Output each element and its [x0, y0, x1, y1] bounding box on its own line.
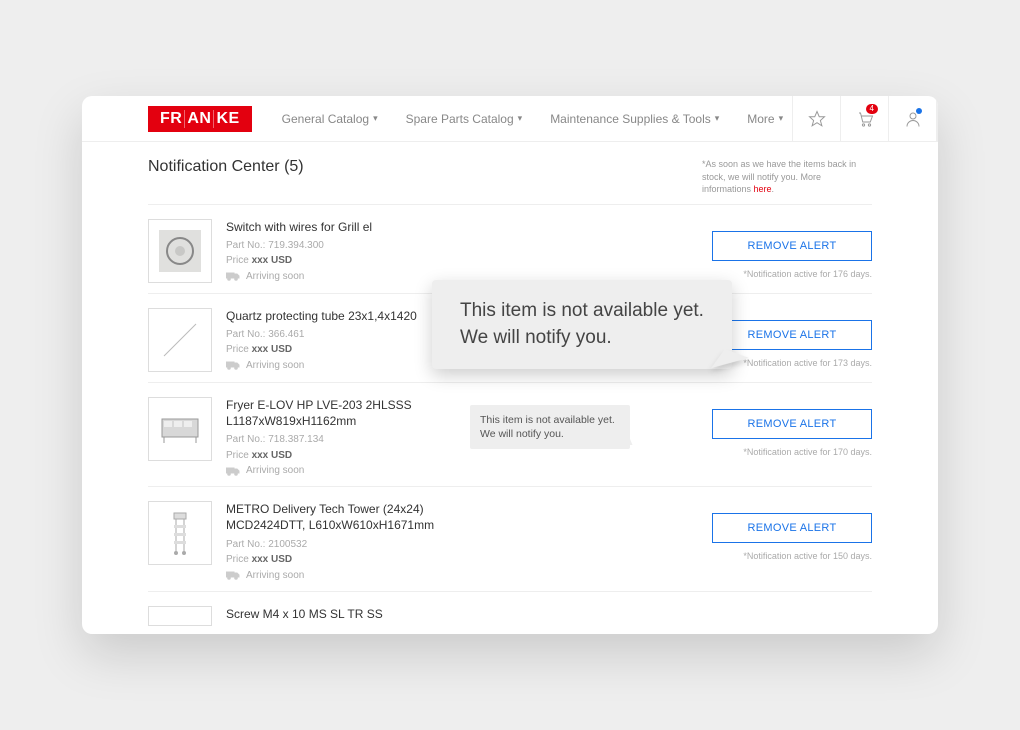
brand-logo[interactable]: FRANKE: [148, 106, 252, 132]
status-text: *Notification active for 173 days.: [743, 358, 872, 368]
product-title: METRO Delivery Tech Tower (24x24) MCD242…: [226, 501, 456, 533]
chevron-down-icon: ▾: [779, 113, 784, 124]
action-col: REMOVE ALERT *Notification active for 15…: [644, 501, 872, 561]
product-partno: Part No.: 718.387.134: [226, 432, 456, 448]
cart-button[interactable]: 4: [840, 96, 888, 141]
shipping-label: Arriving soon: [246, 465, 304, 476]
remove-alert-button[interactable]: REMOVE ALERT: [712, 513, 872, 543]
product-price: Price xxx USD: [226, 253, 456, 269]
shipping-label: Arriving soon: [246, 271, 304, 282]
header-icons: 4: [792, 96, 938, 141]
chevron-down-icon: ▾: [715, 113, 720, 124]
app-window: FRANKE General Catalog ▾ Spare Parts Cat…: [82, 96, 938, 634]
nav-general-catalog[interactable]: General Catalog ▾: [282, 112, 378, 126]
nav-label: Spare Parts Catalog: [406, 112, 514, 126]
product-title: Switch with wires for Grill el: [226, 219, 456, 235]
product-thumb: [148, 397, 212, 461]
notification-dot: [916, 108, 922, 114]
product-title: Fryer E-LOV HP LVE-203 2HLSSS L1187xW819…: [226, 397, 456, 429]
nav-spare-parts[interactable]: Spare Parts Catalog ▾: [406, 112, 523, 126]
remove-alert-button[interactable]: REMOVE ALERT: [712, 409, 872, 439]
shipping-status: Arriving soon: [226, 271, 456, 282]
account-button[interactable]: [888, 96, 936, 141]
notification-item: Screw M4 x 10 MS SL TR SS: [148, 592, 872, 634]
product-partno: Part No.: 2100532: [226, 537, 456, 553]
bubble-col: This item is not available yet. We will …: [470, 397, 630, 449]
product-info: Quartz protecting tube 23x1,4x1420 Part …: [226, 308, 456, 371]
product-thumb: [148, 606, 212, 626]
status-text: *Notification active for 176 days.: [743, 269, 872, 279]
bubble-col: [470, 501, 630, 509]
nav-maintenance[interactable]: Maintenance Supplies & Tools ▾: [550, 112, 719, 126]
product-partno: Part No.: 719.394.300: [226, 238, 456, 254]
notification-item: Fryer E-LOV HP LVE-203 2HLSSS L1187xW819…: [148, 383, 872, 487]
product-price: Price xxx USD: [226, 552, 456, 568]
main-nav: General Catalog ▾ Spare Parts Catalog ▾ …: [282, 112, 786, 126]
cart-badge: 4: [866, 104, 878, 114]
truck-icon: [226, 466, 240, 476]
truck-icon: [226, 360, 240, 370]
product-info: Screw M4 x 10 MS SL TR SS: [226, 606, 456, 625]
chevron-down-icon: ▾: [373, 113, 378, 124]
product-price: Price xxx USD: [226, 342, 456, 358]
info-text: *As soon as we have the items back in st…: [702, 158, 872, 196]
product-info: METRO Delivery Tech Tower (24x24) MCD242…: [226, 501, 456, 580]
product-info: Switch with wires for Grill el Part No.:…: [226, 219, 456, 282]
nav-label: Maintenance Supplies & Tools: [550, 112, 711, 126]
status-text: *Notification active for 150 days.: [743, 551, 872, 561]
shipping-status: Arriving soon: [226, 465, 456, 476]
chevron-down-icon: ▾: [518, 113, 523, 124]
action-col: REMOVE ALERT *Notification active for 17…: [644, 397, 872, 457]
shipping-label: Arriving soon: [246, 570, 304, 581]
product-thumb: [148, 219, 212, 283]
content: Notification Center (5) *As soon as we h…: [82, 142, 938, 634]
page-header: Notification Center (5) *As soon as we h…: [148, 158, 872, 196]
nav-label: More: [747, 112, 774, 126]
product-price: Price xxx USD: [226, 448, 456, 464]
favorites-button[interactable]: [792, 96, 840, 141]
product-title: Quartz protecting tube 23x1,4x1420: [226, 308, 456, 324]
info-prefix: *As soon as we have the items back in st…: [702, 159, 856, 194]
topbar: FRANKE General Catalog ▾ Spare Parts Cat…: [82, 96, 938, 142]
product-info: Fryer E-LOV HP LVE-203 2HLSSS L1187xW819…: [226, 397, 456, 476]
page-title: Notification Center (5): [148, 158, 304, 176]
remove-alert-button[interactable]: REMOVE ALERT: [712, 320, 872, 350]
product-thumb: [148, 501, 212, 565]
bubble-col: [470, 219, 630, 227]
star-icon: [808, 110, 826, 128]
items-list: Switch with wires for Grill el Part No.:…: [148, 205, 872, 634]
truck-icon: [226, 570, 240, 580]
truck-icon: [226, 271, 240, 281]
action-col: REMOVE ALERT *Notification active for 17…: [644, 219, 872, 279]
product-partno: Part No.: 366.461: [226, 327, 456, 343]
remove-alert-button[interactable]: REMOVE ALERT: [712, 231, 872, 261]
shipping-label: Arriving soon: [246, 360, 304, 371]
product-title: Screw M4 x 10 MS SL TR SS: [226, 606, 456, 622]
nav-more[interactable]: More ▾: [747, 112, 783, 126]
product-thumb: [148, 308, 212, 372]
shipping-status: Arriving soon: [226, 360, 456, 371]
nav-label: General Catalog: [282, 112, 369, 126]
status-text: *Notification active for 170 days.: [743, 447, 872, 457]
availability-bubble: This item is not available yet. We will …: [470, 405, 630, 449]
tooltip-overlay: This item is not available yet. We will …: [432, 280, 732, 369]
info-link[interactable]: here: [754, 184, 772, 194]
shipping-status: Arriving soon: [226, 570, 456, 581]
notification-item: METRO Delivery Tech Tower (24x24) MCD242…: [148, 487, 872, 591]
